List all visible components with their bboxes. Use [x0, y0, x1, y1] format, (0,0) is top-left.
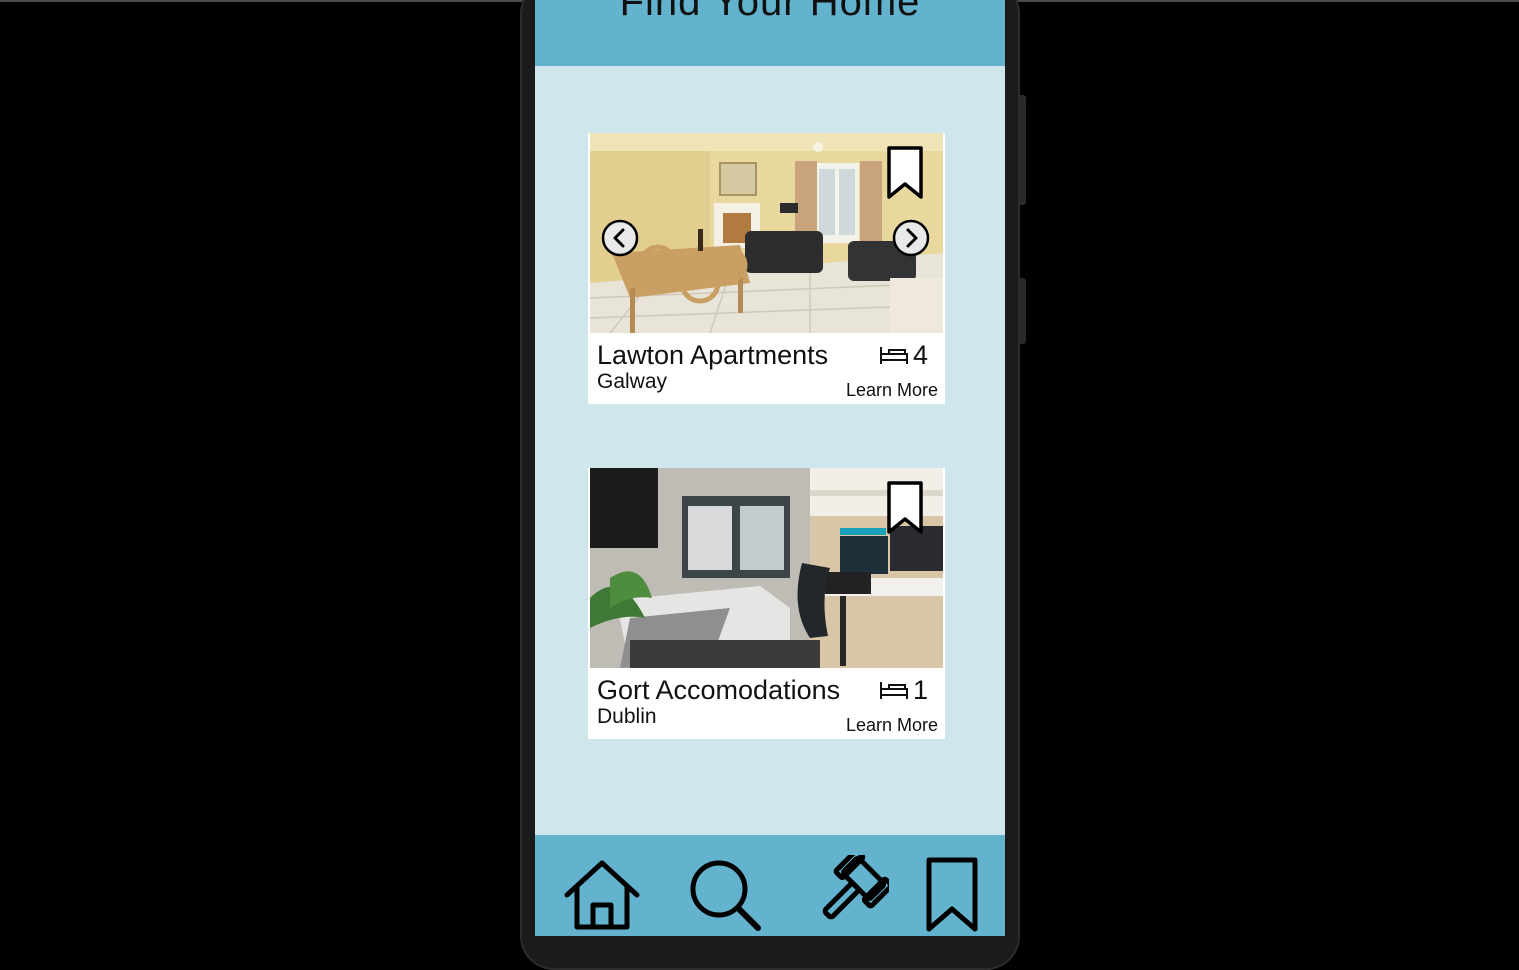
listing-name: Lawton Apartments [597, 340, 829, 370]
bottom-nav [535, 835, 1005, 936]
bed-count: 4 [879, 340, 928, 370]
home-icon[interactable] [561, 859, 643, 931]
listing-card[interactable]: Gort Accomodations Dublin 1 Learn More [588, 468, 945, 739]
bed-icon [879, 682, 908, 699]
bookmarks-tab-icon[interactable] [923, 857, 983, 933]
previous-photo-button[interactable] [601, 219, 639, 257]
bed-count: 1 [879, 675, 928, 705]
phone-screen: Find Your Home Lawton Apartments Galway … [535, 0, 1005, 936]
learn-more-link[interactable]: Learn More [846, 715, 938, 736]
chevron-left-icon [601, 219, 639, 257]
bed-count-value: 4 [912, 339, 928, 370]
bed-icon [879, 347, 908, 364]
bedroom-photo [590, 468, 943, 668]
page-title: Find Your Home [619, 0, 921, 24]
chevron-right-icon [892, 219, 930, 257]
bookmark-icon[interactable] [885, 145, 925, 201]
listing-card[interactable]: Lawton Apartments Galway 4 Learn More [588, 133, 945, 404]
app-header: Find Your Home [535, 0, 1005, 66]
power-button [1020, 278, 1026, 344]
listing-city: Dublin [597, 705, 657, 728]
volume-button [1020, 95, 1026, 205]
gavel-icon[interactable] [807, 848, 894, 933]
bed-count-value: 1 [912, 674, 928, 705]
search-icon[interactable] [687, 859, 763, 931]
bookmark-icon[interactable] [885, 480, 925, 536]
learn-more-link[interactable]: Learn More [846, 380, 938, 401]
living-room-photo [590, 133, 943, 333]
next-photo-button[interactable] [892, 219, 930, 257]
listing-city: Galway [597, 370, 668, 393]
listing-name: Gort Accomodations [597, 675, 841, 705]
